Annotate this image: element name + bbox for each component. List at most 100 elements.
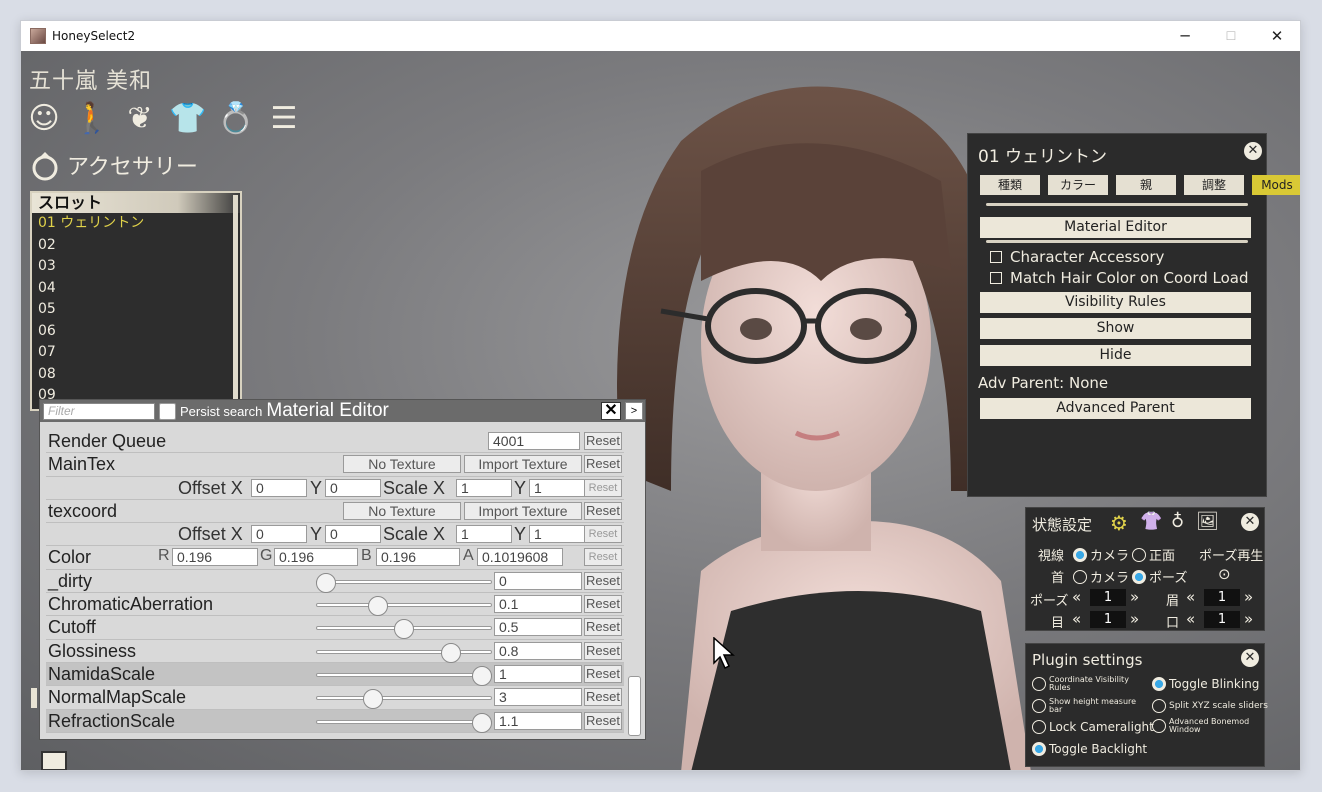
material-editor-scrollbar[interactable] (628, 676, 641, 736)
slider-thumb[interactable] (472, 712, 493, 733)
reset-button[interactable]: Reset (584, 688, 622, 707)
hide-button[interactable]: Hide (980, 345, 1251, 366)
slider-thumb[interactable] (367, 596, 388, 617)
gaze-front-radio[interactable]: 正面 (1132, 545, 1175, 564)
radio-on[interactable] (1152, 677, 1166, 691)
play-icon[interactable]: ⊙ (1218, 565, 1231, 583)
advanced-parent-button[interactable]: Advanced Parent (980, 398, 1251, 419)
radio-off[interactable] (1032, 677, 1046, 691)
slot-item[interactable]: 04 (32, 278, 240, 300)
tab-adjust[interactable]: 調整 (1184, 175, 1244, 195)
slider-thumb[interactable] (440, 642, 461, 663)
radio-on[interactable] (1132, 570, 1146, 584)
slot-item[interactable]: 06 (32, 321, 240, 343)
scale-x-input[interactable]: 1 (456, 478, 512, 497)
maximize-button[interactable]: ☐ (1208, 21, 1254, 51)
offset-y-input[interactable]: 0 (325, 525, 381, 544)
slot-scrollbar[interactable] (233, 195, 238, 405)
character-accessory-checkbox[interactable]: Character Accessory (990, 248, 1164, 266)
slot-scrollbar-bottom[interactable] (31, 688, 37, 708)
clothes-icon[interactable]: 👕 (169, 99, 206, 137)
prev-icon[interactable]: « (1072, 610, 1081, 628)
neck-pose-radio[interactable]: ポーズ (1132, 567, 1187, 586)
slider-track[interactable] (316, 596, 492, 617)
material-editor-button[interactable]: Material Editor (980, 217, 1251, 238)
offset-x-input[interactable]: 0 (251, 478, 307, 497)
close-icon[interactable]: ✕ (1241, 513, 1259, 531)
checkbox-box[interactable] (990, 251, 1002, 263)
reset-button[interactable]: Reset (584, 478, 622, 497)
slider-track[interactable] (316, 665, 493, 686)
minimize-button[interactable]: ─ (1162, 21, 1208, 51)
image-icon[interactable]: 🖼 (1196, 511, 1219, 532)
clothes-state-icon[interactable]: 👚 (1140, 511, 1162, 532)
filter-input[interactable]: Filter (43, 402, 155, 420)
lock-cameralight-toggle[interactable]: Lock Cameralight (1032, 720, 1154, 734)
reset-button[interactable]: Reset (584, 548, 622, 567)
slot-item[interactable]: 08 (32, 364, 240, 386)
offset-x-input[interactable]: 0 (251, 525, 307, 544)
slider-thumb[interactable] (362, 689, 383, 710)
reset-button[interactable]: Reset (584, 571, 622, 590)
render-queue-input[interactable]: 4001 (488, 432, 580, 450)
reset-button[interactable]: Reset (584, 595, 622, 614)
prev-icon[interactable]: « (1186, 610, 1195, 628)
import-texture-button[interactable]: Import Texture (464, 501, 582, 520)
color-b-input[interactable]: 0.196 (376, 548, 460, 567)
slot-item[interactable]: 02 (32, 235, 240, 257)
slider-track[interactable] (316, 689, 492, 710)
tab-type[interactable]: 種類 (980, 175, 1040, 195)
expand-button[interactable]: > (625, 402, 643, 420)
no-texture-button[interactable]: No Texture (343, 455, 461, 474)
tab-mods[interactable]: Mods (1252, 175, 1300, 195)
scale-x-input[interactable]: 1 (456, 525, 512, 544)
color-a-input[interactable]: 0.1019608 (477, 548, 563, 567)
slider-value-input[interactable]: 3 (494, 688, 582, 707)
toggle-backlight[interactable]: Toggle Backlight (1032, 742, 1147, 756)
next-icon[interactable]: » (1244, 610, 1253, 628)
reset-button[interactable]: Reset (584, 711, 622, 730)
prev-icon[interactable]: « (1186, 588, 1195, 606)
advanced-bonemod-toggle[interactable]: Advanced Bonemod Window (1152, 718, 1255, 734)
reset-button[interactable]: Reset (584, 641, 622, 660)
gaze-camera-radio[interactable]: カメラ (1073, 545, 1129, 564)
reset-button[interactable]: Reset (584, 525, 622, 544)
match-hair-checkbox[interactable]: Match Hair Color on Coord Load (990, 269, 1249, 287)
coordinate-visibility-toggle[interactable]: Coordinate Visibility Rules (1032, 676, 1139, 692)
import-texture-button[interactable]: Import Texture (464, 455, 582, 474)
neck-camera-radio[interactable]: カメラ (1073, 567, 1129, 586)
slider-value-input[interactable]: 0 (494, 571, 582, 590)
slider-thumb[interactable] (472, 665, 493, 686)
radio-off[interactable] (1152, 719, 1166, 733)
radio-off[interactable] (1152, 699, 1166, 713)
slider-track[interactable] (316, 642, 492, 663)
slot-item[interactable]: 03 (32, 256, 240, 278)
game-viewport[interactable]: 五十嵐 美和 ☺ 🚶 ❦ 👕 💍 ☰ アクセサリー スロット 01 ウェリントン… (21, 51, 1300, 770)
next-icon[interactable]: » (1130, 588, 1139, 606)
close-icon[interactable]: ✕ (1244, 142, 1262, 160)
reset-button[interactable]: Reset (584, 455, 622, 474)
accessory-icon[interactable]: 💍 (217, 99, 254, 137)
split-xyz-toggle[interactable]: Split XYZ scale sliders (1152, 699, 1268, 713)
toggle-blinking[interactable]: Toggle Blinking (1152, 677, 1259, 691)
slider-value-input[interactable]: 0.1 (494, 595, 582, 614)
radio-on[interactable] (1073, 548, 1087, 562)
slot-item[interactable]: 01 ウェリントン (32, 213, 240, 235)
slider-value-input[interactable]: 1.1 (494, 711, 582, 730)
show-height-toggle[interactable]: Show height measure bar (1032, 698, 1139, 714)
next-icon[interactable]: » (1244, 588, 1253, 606)
reset-button[interactable]: Reset (584, 664, 622, 683)
color-g-input[interactable]: 0.196 (274, 548, 358, 567)
slider-value-input[interactable]: 0.8 (494, 641, 582, 660)
slider-thumb[interactable] (394, 619, 414, 640)
persist-search-checkbox[interactable] (159, 402, 176, 420)
radio-off[interactable] (1032, 699, 1046, 713)
face-icon[interactable]: ☺ (27, 99, 61, 137)
checkbox-box[interactable] (990, 272, 1002, 284)
list-icon[interactable]: ☰ (267, 99, 301, 137)
slot-add-button[interactable] (41, 751, 67, 770)
close-button[interactable]: ✕ (1254, 21, 1300, 51)
slider-track[interactable] (315, 572, 492, 593)
radio-off[interactable] (1073, 570, 1087, 584)
slot-item[interactable]: 05 (32, 299, 240, 321)
